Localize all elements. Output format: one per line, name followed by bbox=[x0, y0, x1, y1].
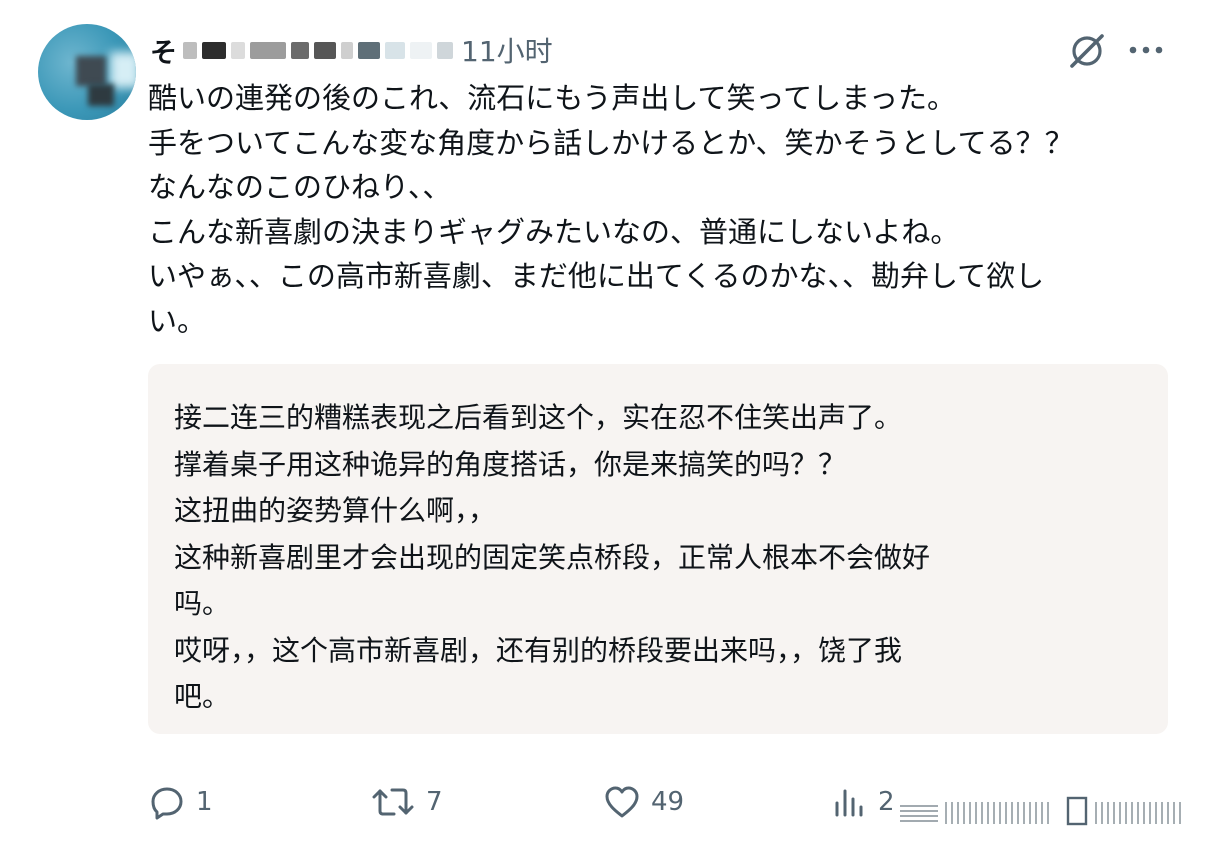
post-line: こんな新喜劇の決まりギャグみたいなの、普通にしないよね。 bbox=[148, 214, 960, 249]
post-time[interactable]: 11小时 bbox=[461, 30, 553, 70]
avatar-blur-mask bbox=[76, 56, 106, 86]
post-header: そ 11小时 bbox=[150, 28, 553, 72]
grok-icon[interactable] bbox=[1066, 30, 1108, 72]
translation-text: 接二连三的糟糕表现之后看到这个，实在忍不住笑出声了。 撑着桌子用这种诡异的角度搭… bbox=[174, 395, 1104, 721]
views-icon bbox=[832, 783, 868, 821]
repost-count: 7 bbox=[426, 787, 443, 817]
translation-line: 接二连三的糟糕表现之后看到这个，实在忍不住笑出声了。 bbox=[174, 401, 903, 434]
reply-icon bbox=[148, 783, 186, 821]
heart-icon bbox=[603, 783, 641, 821]
post-line: なんなのこのひねり、、 bbox=[148, 170, 452, 204]
post-line: い。 bbox=[148, 303, 207, 338]
translation-line: 撑着桌子用这种诡异的角度搭话，你是来搞笑的吗？？ bbox=[174, 447, 847, 481]
translation-line: 这种新喜剧里才会出现的固定笑点桥段，正常人根本不会做好 bbox=[174, 540, 931, 574]
author-name[interactable]: そ bbox=[150, 31, 177, 70]
translation-box: 接二连三的糟糕表现之后看到这个，实在忍不住笑出声了。 撑着桌子用这种诡异的角度搭… bbox=[148, 364, 1168, 734]
views-count: 2 bbox=[878, 787, 895, 817]
translation-line: 哎呀，，这个高市新喜剧，还有别的桥段要出来吗，，饶了我 bbox=[174, 633, 903, 667]
post-text: 酷いの連発の後のこれ、流石にもう声出して笑ってしまった。 手をついてこんな変な角… bbox=[148, 76, 1178, 343]
views-button[interactable]: 2 bbox=[832, 780, 895, 824]
translation-line: 这扭曲的姿势算什么啊，， bbox=[174, 494, 497, 527]
translation-line: 吧。 bbox=[174, 680, 231, 713]
post-line: 手をついてこんな変な角度から話しかけるとか、笑かそうとしてる？？ bbox=[148, 125, 1074, 160]
avatar-blur-mask-lower bbox=[88, 84, 114, 106]
repost-button[interactable]: 7 bbox=[370, 780, 443, 824]
more-icon[interactable] bbox=[1128, 36, 1164, 64]
like-count: 49 bbox=[651, 787, 685, 817]
post-line: 酷いの連発の後のこれ、流石にもう声出して笑ってしまった。 bbox=[148, 81, 956, 115]
redacted-action-strip bbox=[900, 796, 1181, 826]
avatar[interactable] bbox=[38, 24, 136, 120]
post-line: いやぁ、、この高市新喜劇、まだ他に出てくるのかな、、勘弁して欲し bbox=[148, 259, 1045, 293]
like-button[interactable]: 49 bbox=[603, 780, 684, 824]
reply-count: 1 bbox=[196, 787, 213, 817]
redacted-author-handle bbox=[183, 41, 453, 59]
repost-icon bbox=[370, 783, 416, 821]
reply-button[interactable]: 1 bbox=[148, 780, 213, 824]
translation-line: 吗。 bbox=[174, 587, 231, 620]
avatar-highlight bbox=[110, 52, 136, 88]
